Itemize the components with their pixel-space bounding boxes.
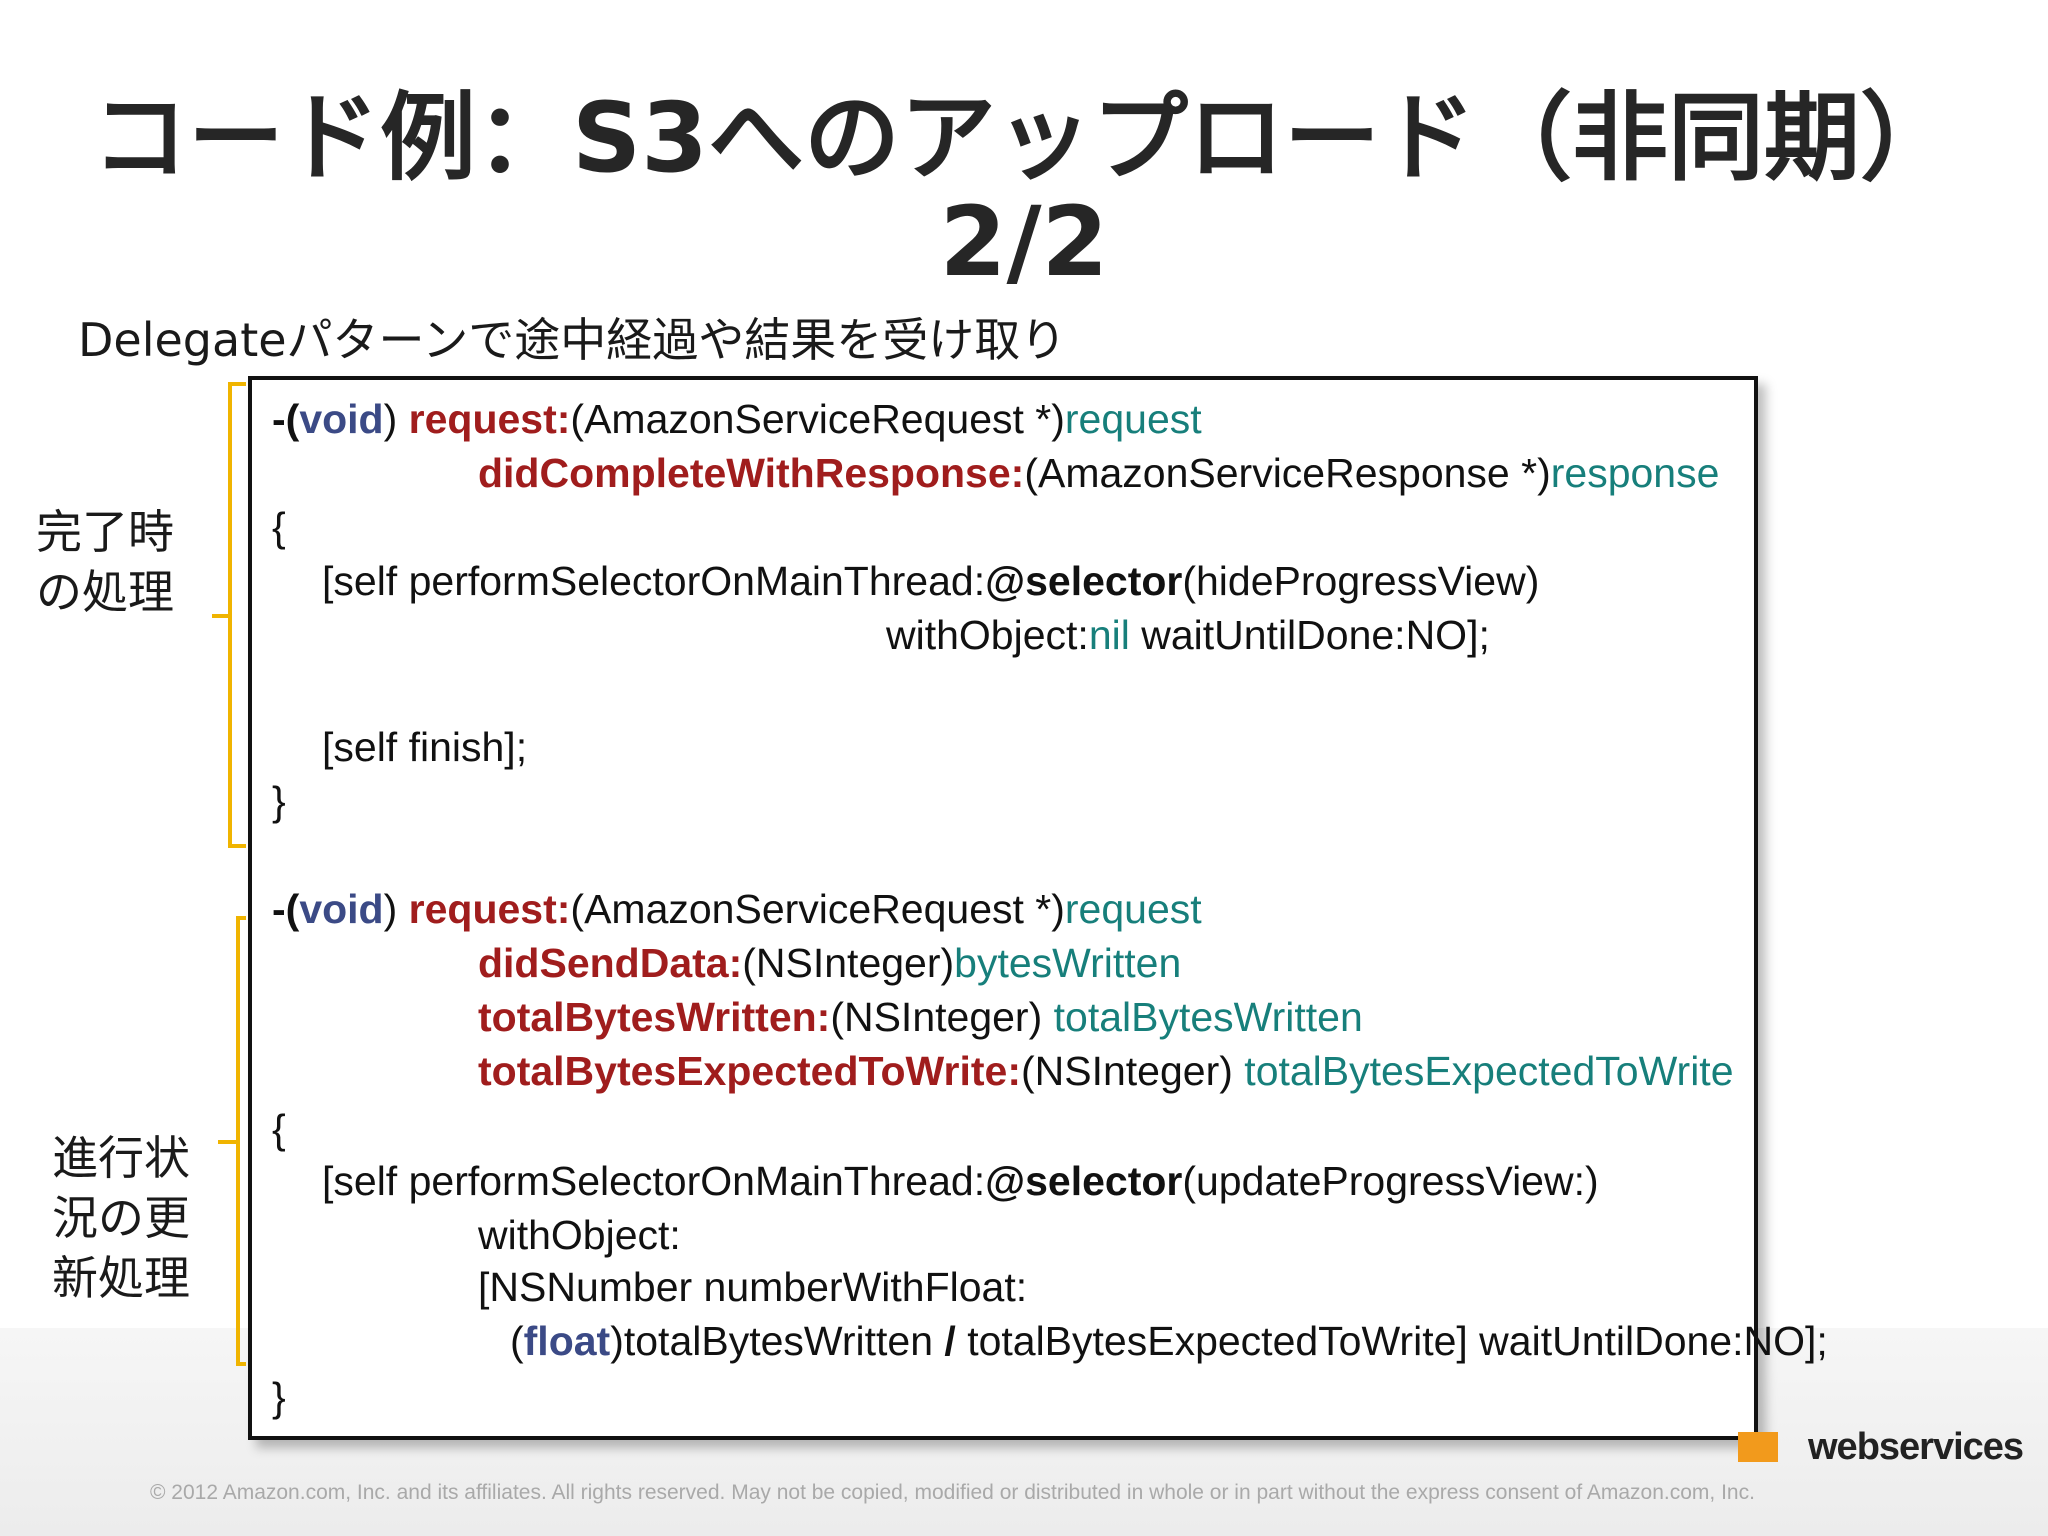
label-progress-line-1: 進行状 bbox=[52, 1131, 190, 1185]
code-line: [self finish]; bbox=[322, 724, 528, 770]
label-complete-line-2: の処理 bbox=[36, 565, 174, 619]
code-line: withObject: bbox=[478, 1212, 681, 1258]
code-line: [NSNumber numberWithFloat: bbox=[478, 1264, 1028, 1310]
bracket-complete bbox=[212, 382, 246, 848]
code-line: [self performSelectorOnMainThread:@selec… bbox=[322, 1158, 1599, 1204]
aws-logo: webservices bbox=[1738, 1396, 2024, 1474]
code-line: { bbox=[272, 1106, 286, 1152]
code-line: } bbox=[272, 778, 286, 824]
label-complete-line-1: 完了時 bbox=[36, 505, 174, 559]
label-progress: 進行状 況の更 新処理 bbox=[52, 1128, 190, 1308]
label-complete: 完了時 の処理 bbox=[36, 502, 174, 622]
bracket-progress bbox=[218, 916, 246, 1366]
code-line: totalBytesWritten:(NSInteger) totalBytes… bbox=[478, 994, 1363, 1040]
slide-subtitle: Delegateパターンで途中経過や結果を受け取り bbox=[78, 313, 1067, 367]
code-line: } bbox=[272, 1374, 286, 1420]
slide-title: コード例：S3へのアップロード（非同期） 2/2 bbox=[0, 86, 2048, 294]
copyright-notice: © 2012 Amazon.com, Inc. and its affiliat… bbox=[150, 1481, 1755, 1504]
slide: コード例：S3へのアップロード（非同期） 2/2 Delegateパターンで途中… bbox=[0, 0, 2048, 1536]
code-box: -(void) request:(AmazonServiceRequest *)… bbox=[248, 376, 1828, 1440]
code-line: didCompleteWithResponse:(AmazonServiceRe… bbox=[478, 450, 1720, 496]
code-line: [self performSelectorOnMainThread:@selec… bbox=[322, 558, 1540, 604]
code-line: -(void) request:(AmazonServiceRequest *)… bbox=[272, 886, 1202, 932]
label-progress-line-3: 新処理 bbox=[52, 1251, 190, 1305]
code-line: didSendData:(NSInteger)bytesWritten bbox=[478, 940, 1182, 986]
title-line-2: 2/2 bbox=[939, 186, 1109, 298]
label-progress-line-2: 況の更 bbox=[52, 1191, 190, 1245]
title-line-1: コード例：S3へのアップロード（非同期） bbox=[92, 82, 1956, 194]
aws-cube-icon bbox=[1738, 1432, 1778, 1462]
code-line: totalBytesExpectedToWrite:(NSInteger) to… bbox=[478, 1048, 1734, 1094]
code-line: { bbox=[272, 504, 286, 550]
code-line: (float)totalBytesWritten / totalBytesExp… bbox=[510, 1318, 1828, 1364]
code-line: -(void) request:(AmazonServiceRequest *)… bbox=[272, 396, 1202, 442]
aws-logo-text: webservices bbox=[1808, 1426, 2024, 1468]
code-line: withObject:nil waitUntilDone:NO]; bbox=[886, 612, 1490, 658]
